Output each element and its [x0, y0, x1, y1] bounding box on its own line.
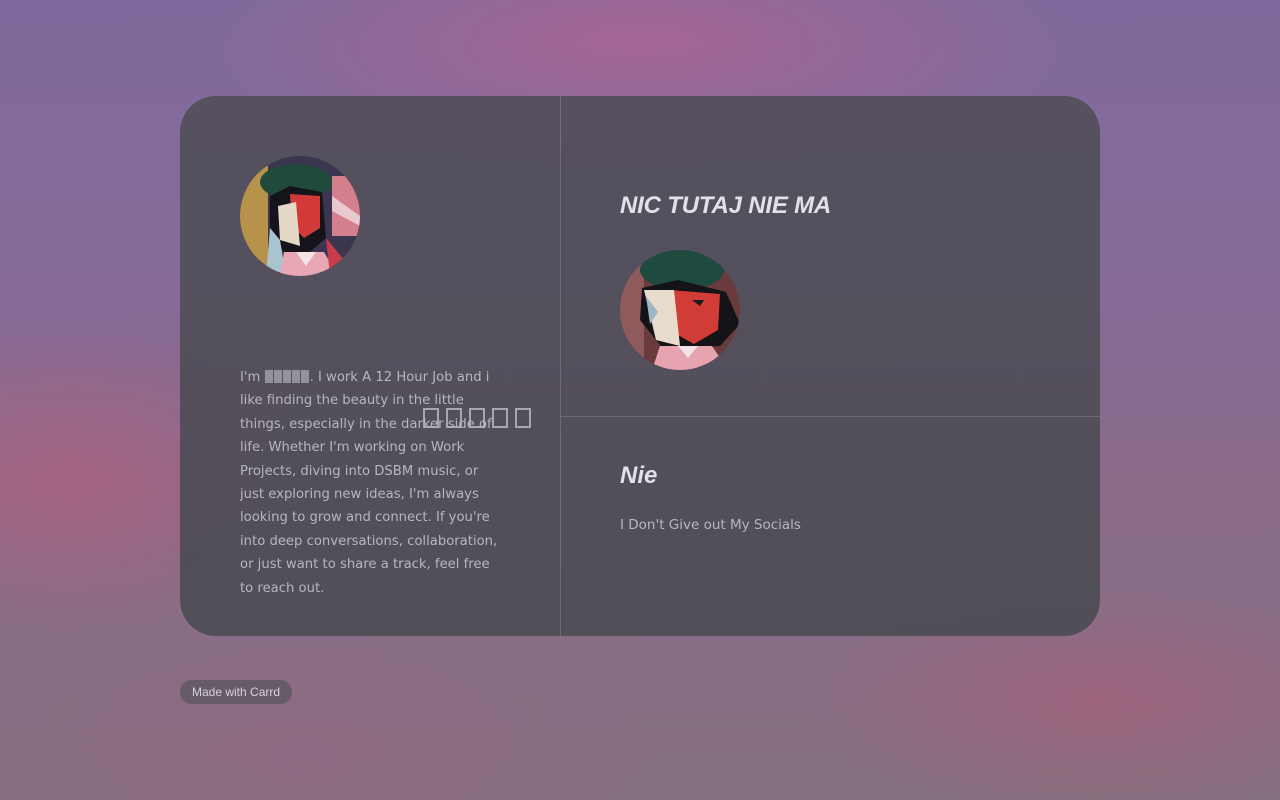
bio-prefix: I'm	[240, 370, 265, 385]
profile-avatar	[240, 156, 360, 276]
name-placeholder	[300, 370, 309, 383]
name-glyph	[515, 408, 531, 428]
profile-bio: I'm . I work A 12 Hour Job and i like fi…	[240, 366, 505, 600]
name-placeholder	[273, 370, 282, 383]
name-placeholder	[291, 370, 300, 383]
name-placeholder	[264, 370, 273, 383]
character-avatar	[620, 250, 740, 370]
bio-text: . I work A 12 Hour Job and i like findin…	[240, 370, 498, 596]
profile-card: I'm . I work A 12 Hour Job and i like fi…	[180, 96, 1100, 636]
name-placeholder	[282, 370, 291, 383]
socials-text: I Don't Give out My Socials	[620, 517, 801, 533]
header-section: NIC TUTAJ NIE MA	[561, 96, 1100, 417]
made-with-carrd-link[interactable]: Made with Carrd	[180, 680, 293, 704]
content-column: NIC TUTAJ NIE MA Nie I Don't Give out My…	[561, 96, 1100, 636]
profile-column: I'm . I work A 12 Hour Job and i like fi…	[180, 96, 561, 636]
page-title: NIC TUTAJ NIE MA	[620, 192, 832, 219]
socials-section: Nie I Don't Give out My Socials	[561, 417, 1100, 636]
section-title: Nie	[620, 462, 658, 489]
